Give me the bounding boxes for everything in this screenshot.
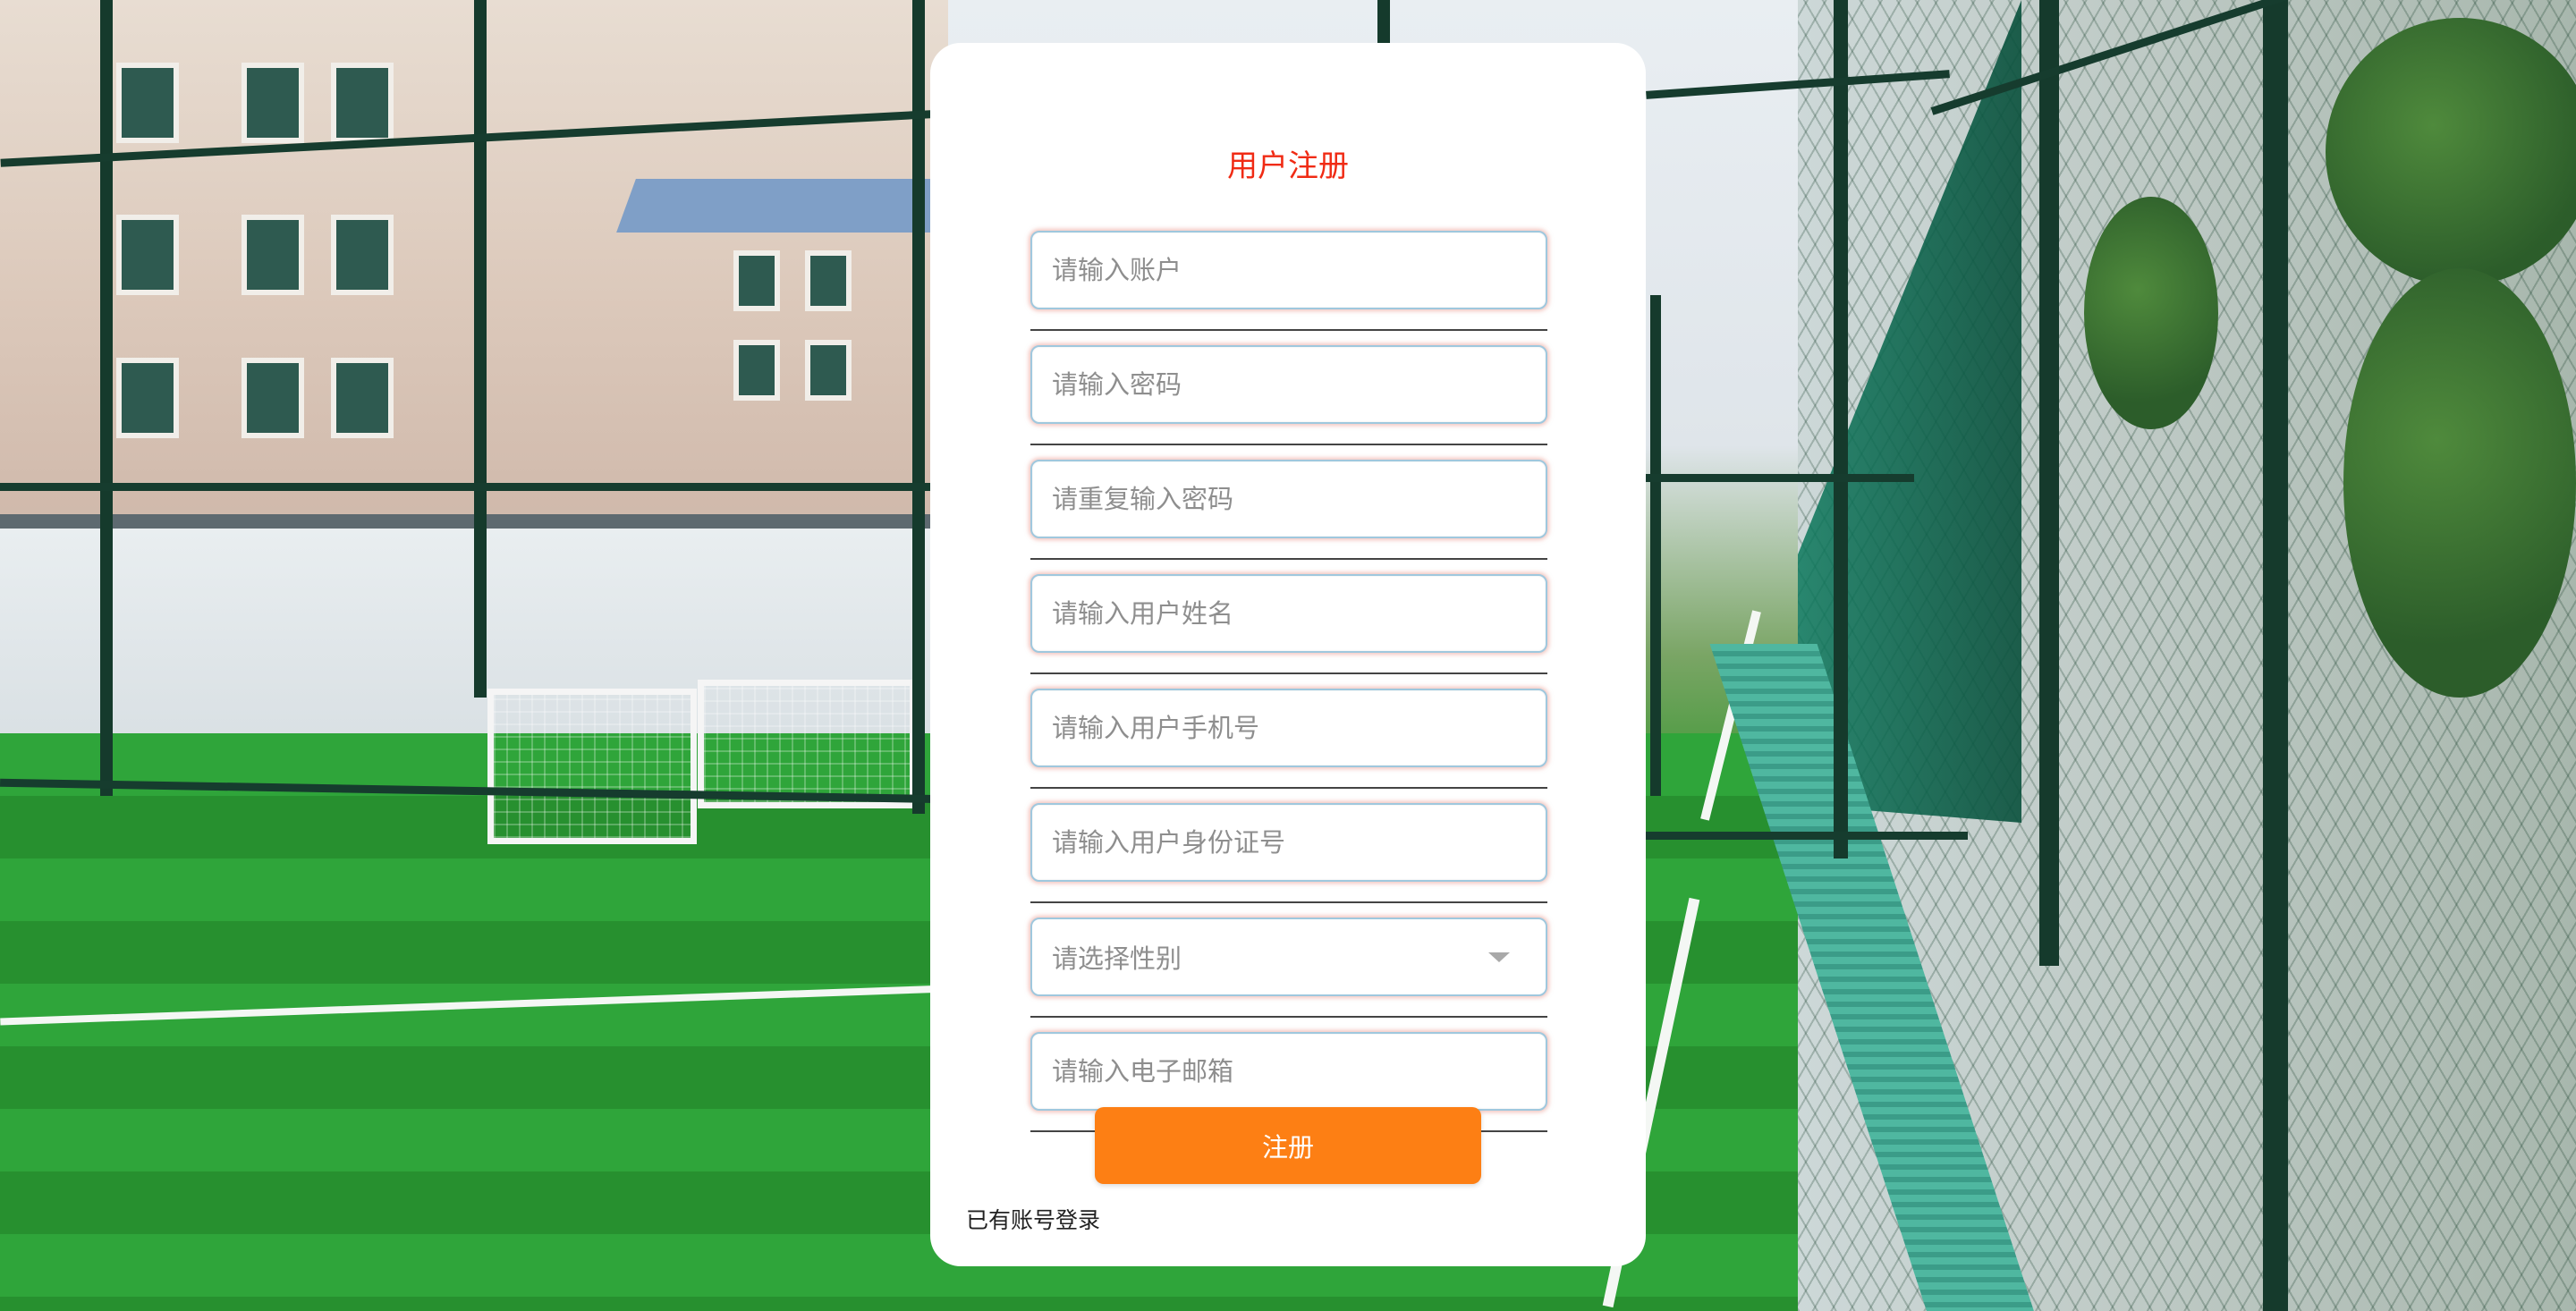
goal-net — [698, 680, 916, 808]
password-field-group — [1030, 345, 1547, 460]
confirm-password-field-group — [1030, 460, 1547, 574]
account-field-group — [1030, 231, 1547, 345]
gender-field-group: 请选择性别 — [1030, 918, 1547, 1032]
tree — [2326, 18, 2576, 286]
confirm-password-input[interactable] — [1030, 460, 1547, 538]
register-card: 用户注册 请选择性别 注册 已有账号登录 — [930, 43, 1646, 1266]
fence-post — [1377, 0, 1390, 43]
password-input[interactable] — [1030, 345, 1547, 424]
building-window — [331, 215, 394, 295]
fence-post — [100, 0, 113, 796]
phone-input[interactable] — [1030, 689, 1547, 767]
tree — [2343, 268, 2576, 698]
fence-rail — [0, 483, 948, 491]
building-window — [116, 358, 179, 438]
building-window — [242, 63, 304, 143]
form-title: 用户注册 — [1227, 148, 1349, 184]
id-number-field-group — [1030, 803, 1547, 918]
fence-post — [1834, 0, 1848, 858]
building-window — [733, 250, 780, 311]
fence-rail — [1646, 832, 1968, 840]
fence-rail — [1646, 474, 1914, 482]
building-window — [733, 340, 780, 401]
field-divider — [1030, 558, 1547, 560]
tree — [2084, 197, 2218, 429]
user-name-input[interactable] — [1030, 574, 1547, 653]
phone-field-group — [1030, 689, 1547, 803]
account-input[interactable] — [1030, 231, 1547, 309]
chevron-down-icon[interactable] — [1488, 952, 1510, 962]
gender-select-placeholder: 请选择性别 — [1052, 943, 1182, 974]
email-input[interactable] — [1030, 1032, 1547, 1111]
building-window — [116, 215, 179, 295]
user-name-field-group — [1030, 574, 1547, 689]
field-divider — [1030, 444, 1547, 445]
building-window — [331, 358, 394, 438]
building-window — [331, 63, 394, 143]
fence-post — [2039, 0, 2059, 966]
building-roof — [616, 179, 958, 233]
fence-post — [1650, 295, 1661, 796]
goal-net — [487, 689, 697, 844]
building-window — [116, 63, 179, 143]
field-divider — [1030, 329, 1547, 331]
building-window — [242, 358, 304, 438]
field-divider — [1030, 672, 1547, 674]
gender-select[interactable]: 请选择性别 — [1030, 918, 1547, 996]
field-divider — [1030, 1016, 1547, 1018]
building-window — [805, 340, 852, 401]
login-link[interactable]: 已有账号登录 — [966, 1205, 1100, 1236]
field-divider — [1030, 901, 1547, 903]
building-window — [242, 215, 304, 295]
id-number-input[interactable] — [1030, 803, 1547, 882]
fence-post — [2263, 0, 2288, 1311]
fence-post — [912, 0, 925, 814]
register-button[interactable]: 注册 — [1095, 1107, 1481, 1184]
fence-post — [474, 0, 487, 698]
field-divider — [1030, 787, 1547, 789]
building-window — [805, 250, 852, 311]
